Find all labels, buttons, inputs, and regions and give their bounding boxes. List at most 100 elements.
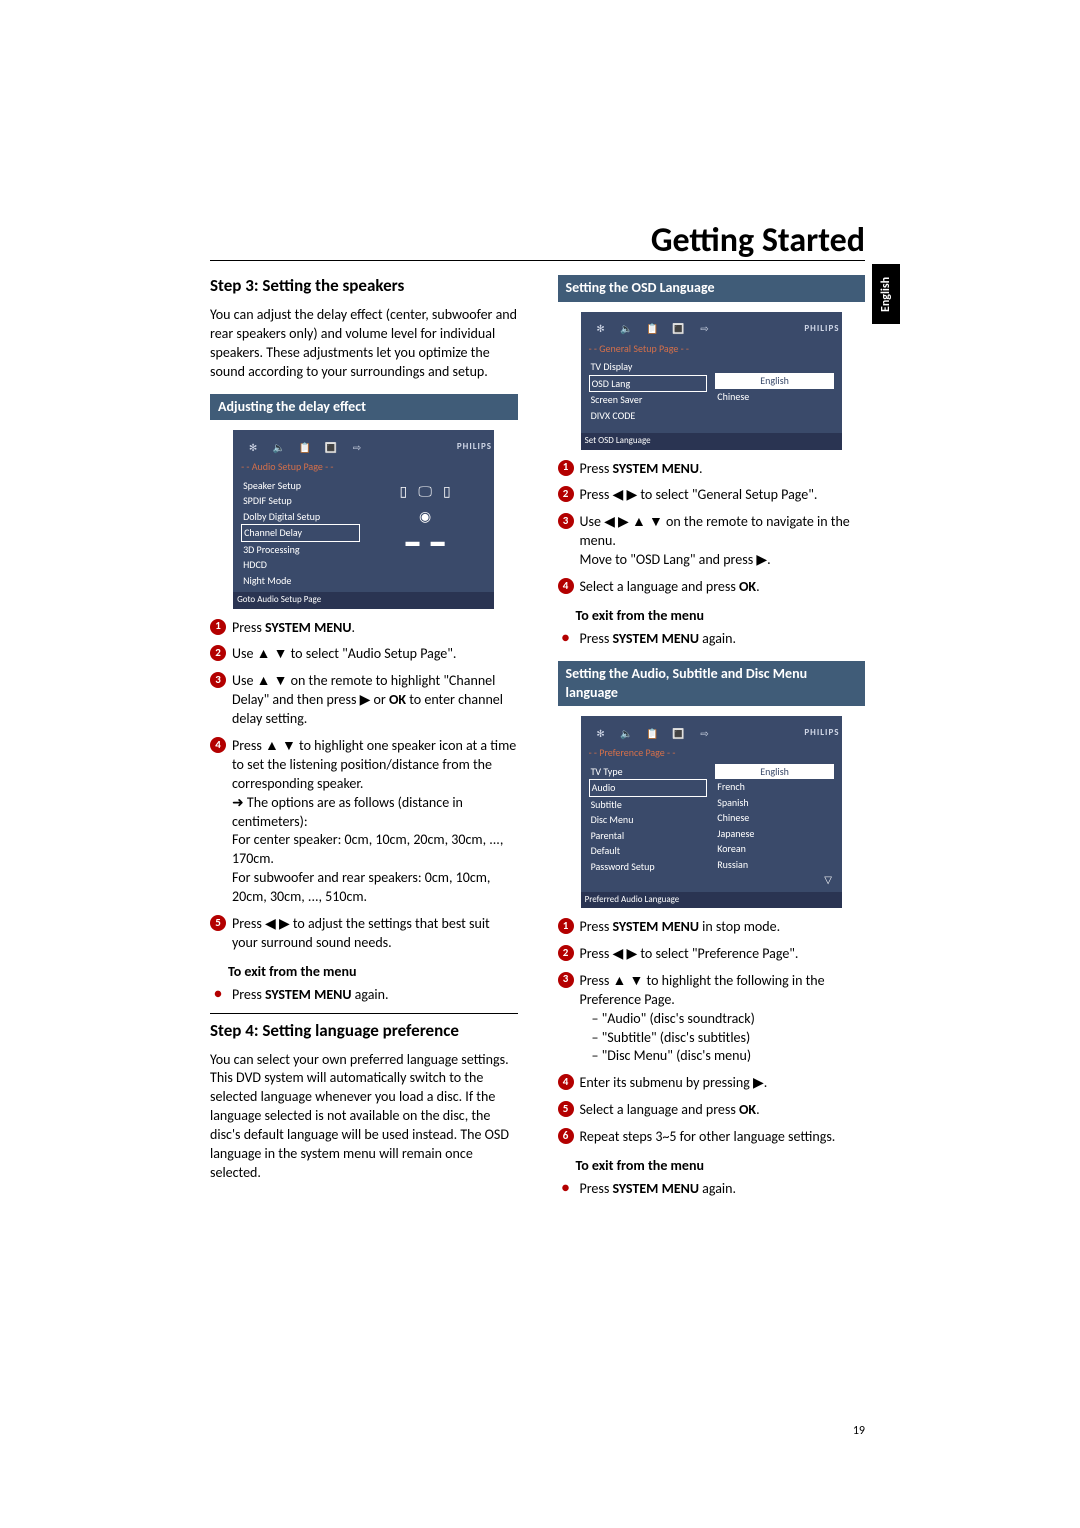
dash-item: "Audio" (disc's soundtrack) <box>592 1010 866 1029</box>
step-number-3: 3 <box>210 672 226 688</box>
step3-heading: Step 3: Setting the speakers <box>210 275 518 298</box>
list-item: 3 Use ▲ ▼ on the remote to highlight "Ch… <box>210 672 518 729</box>
osd-item: Disc Menu <box>589 812 708 828</box>
osd-footer: Set OSD Language <box>581 433 842 449</box>
page-icon: 📋 <box>297 440 313 454</box>
dash-item: "Disc Menu" (disc's menu) <box>592 1047 866 1066</box>
osd-option: Spanish <box>715 795 834 811</box>
list-item: ● Press SYSTEM MENU again. <box>210 986 518 1005</box>
text: Press <box>580 630 613 647</box>
osd-left-list: TV Type Audio Subtitle Disc Menu Parenta… <box>589 764 708 888</box>
text: Press <box>580 918 613 935</box>
list-item: 4 Press ▲ ▼ to highlight one speaker ico… <box>210 737 518 907</box>
text: Use ▲ ▼ to select "Audio Setup Page". <box>232 645 518 664</box>
bullet-icon: ● <box>558 1180 574 1199</box>
text: Move to "OSD Lang" and press ▶. <box>580 551 866 570</box>
text-bold: OK <box>739 1101 756 1118</box>
step3-intro: You can adjust the delay effect (center,… <box>210 306 518 382</box>
exit-heading: To exit from the menu <box>576 607 866 626</box>
arrow-icon: ⇨ <box>697 726 713 740</box>
text: ➜ The options are as follows (distance i… <box>232 794 518 832</box>
step-number-5: 5 <box>210 915 226 931</box>
seat-icon: ◉ <box>368 507 487 528</box>
osd-right-pane: English Chinese <box>715 359 834 429</box>
osd-item-selected: Audio <box>589 779 708 797</box>
text-bold: SYSTEM MENU <box>265 986 352 1003</box>
adjust-delay-bar: Adjusting the delay effect <box>210 394 518 421</box>
step3-list: 1 Press SYSTEM MENU. 2 Use ▲ ▼ to select… <box>210 619 518 953</box>
text: . <box>352 619 356 636</box>
list-item: 3 Use ◀ ▶ ▲ ▼ on the remote to navigate i… <box>558 513 866 570</box>
step-number-1: 1 <box>558 460 574 476</box>
text: again. <box>699 630 736 647</box>
osd-item: Default <box>589 843 708 859</box>
osd-preference-panel: ✻ 🔈 📋 🔳 ⇨ PHILIPS - - Preference Page - … <box>581 716 842 908</box>
text: in stop mode. <box>699 918 780 935</box>
osd-item: HDCD <box>241 557 360 573</box>
text: . <box>756 1101 760 1118</box>
osd-subtitle: - - General Setup Page - - <box>589 342 834 356</box>
text: Press ▲ ▼ to highlight one speaker icon … <box>232 737 518 794</box>
osd-item: DIVX CODE <box>589 408 708 424</box>
osd-general-panel: ✻ 🔈 📋 🔳 ⇨ PHILIPS - - General Setup Page… <box>581 312 842 450</box>
text: . <box>756 578 760 595</box>
osd-option-selected: English <box>715 373 834 389</box>
osd-lang-steps: 1Press SYSTEM MENU. 2Press ◀ ▶ to select… <box>558 460 866 597</box>
osd-option: Korean <box>715 841 834 857</box>
step-number-6: 6 <box>558 1128 574 1144</box>
osd-item: Night Mode <box>241 573 360 589</box>
text: For center speaker: 0cm, 10cm, 20cm, 30c… <box>232 831 518 869</box>
step-number-3: 3 <box>558 513 574 529</box>
text: Press <box>232 619 265 636</box>
list-item: ●Press SYSTEM MENU again. <box>558 1180 866 1199</box>
osd-icon-row: ✻ 🔈 📋 🔳 ⇨ PHILIPS <box>241 438 486 460</box>
osd-item-selected: OSD Lang <box>589 375 708 393</box>
text: Repeat steps 3~5 for other language sett… <box>580 1128 866 1147</box>
gear-icon: ✻ <box>593 322 609 336</box>
osd-option: Chinese <box>715 810 834 826</box>
title-rule <box>210 260 865 261</box>
osd-left-list: Speaker Setup SPDIF Setup Dolby Digital … <box>241 478 360 589</box>
speaker-icon: 🔈 <box>271 440 287 454</box>
osd-footer: Preferred Audio Language <box>581 892 842 908</box>
osd-item: Speaker Setup <box>241 478 360 494</box>
text: again. <box>352 986 389 1003</box>
brand-label: PHILIPS <box>814 322 830 336</box>
text: Enter its submenu by pressing ▶. <box>580 1074 866 1093</box>
page-icon: 📋 <box>645 322 661 336</box>
osd-right-pane: English French Spanish Chinese Japanese … <box>715 764 834 888</box>
grid-icon: 🔳 <box>323 440 339 454</box>
step-number-2: 2 <box>558 945 574 961</box>
osd-subtitle: - - Audio Setup Page - - <box>241 460 486 474</box>
osd-item: 3D Processing <box>241 542 360 558</box>
brand-label: PHILIPS <box>466 440 482 454</box>
list-item: 4Select a language and press OK. <box>558 578 866 597</box>
text: Press ◀ ▶ to select "General Setup Page"… <box>580 486 866 505</box>
osd-option: Chinese <box>715 389 834 405</box>
list-item: ●Press SYSTEM MENU again. <box>558 630 866 649</box>
text: Press ◀ ▶ to adjust the settings that be… <box>232 915 518 953</box>
text-bold: SYSTEM MENU <box>613 1180 700 1197</box>
list-item: 5 Press ◀ ▶ to adjust the settings that … <box>210 915 518 953</box>
list-item: 3 Press ▲ ▼ to highlight the following i… <box>558 972 866 1066</box>
speaker-icon: 🔈 <box>619 726 635 740</box>
step-number-4: 4 <box>558 1074 574 1090</box>
step-number-4: 4 <box>210 737 226 753</box>
text-bold: SYSTEM MENU <box>613 460 700 477</box>
page-number: 19 <box>853 1424 865 1438</box>
text: Press <box>580 1180 613 1197</box>
osd-option: Japanese <box>715 826 834 842</box>
osd-item: Parental <box>589 828 708 844</box>
osd-item: SPDIF Setup <box>241 493 360 509</box>
osd-subtitle: - - Preference Page - - <box>589 746 834 760</box>
step-number-2: 2 <box>210 645 226 661</box>
step-number-2: 2 <box>558 486 574 502</box>
osd-option: Russian <box>715 857 834 873</box>
osd-item-selected: Channel Delay <box>241 524 360 542</box>
brand-label: PHILIPS <box>814 726 830 740</box>
text: Use ◀ ▶ ▲ ▼ on the remote to navigate in… <box>580 513 866 551</box>
pref-steps: 1Press SYSTEM MENU in stop mode. 2Press … <box>558 918 866 1147</box>
list-item: 1 Press SYSTEM MENU. <box>210 619 518 638</box>
exit-heading: To exit from the menu <box>576 1157 866 1176</box>
list-item: 6 Repeat steps 3~5 for other language set… <box>558 1128 866 1147</box>
